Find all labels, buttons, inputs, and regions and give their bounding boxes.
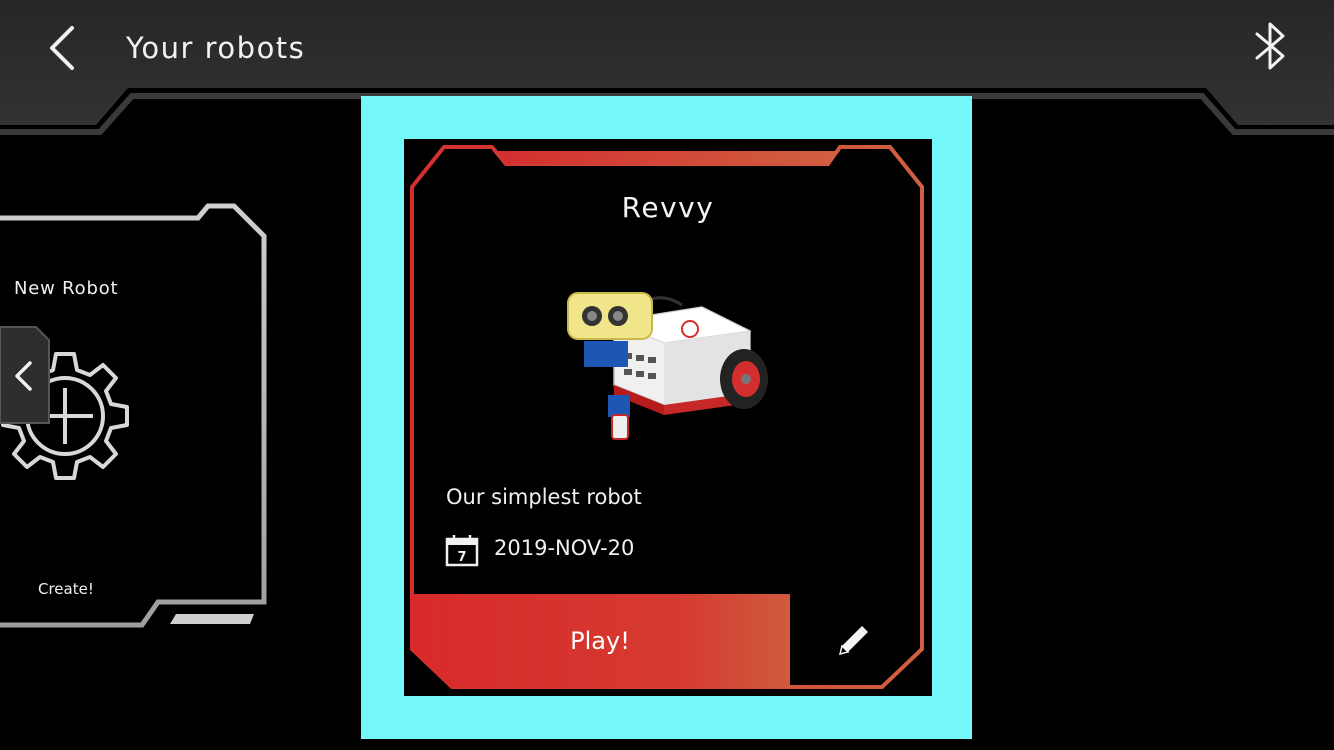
carousel-prev-button[interactable]: [0, 325, 52, 427]
bluetooth-icon: [1255, 22, 1285, 70]
carousel-prev-tab: [0, 326, 50, 424]
robot-list-screen: Your robots New Robot Create! Revvy Our …: [0, 0, 1334, 750]
robot-description: Our simplest robot: [446, 485, 642, 509]
bluetooth-button[interactable]: [1248, 18, 1294, 74]
new-robot-title: New Robot: [14, 278, 119, 299]
page-title: Your robots: [126, 31, 306, 65]
robot-date: 2019-NOV-20: [494, 536, 635, 560]
play-button[interactable]: Play!: [410, 594, 790, 688]
pencil-icon: [838, 626, 868, 656]
calendar-day: 7: [457, 550, 466, 565]
robot-name: Revvy: [621, 191, 715, 224]
back-button[interactable]: [38, 20, 90, 76]
calendar-icon: 7: [445, 535, 479, 567]
robot-card[interactable]: Revvy Our simplest robot 7 2019-NOV-20 P…: [404, 139, 932, 696]
create-label: Create!: [38, 580, 94, 598]
play-label: Play!: [570, 627, 630, 655]
robot-image: [567, 292, 768, 440]
chevron-left-icon: [50, 26, 74, 70]
